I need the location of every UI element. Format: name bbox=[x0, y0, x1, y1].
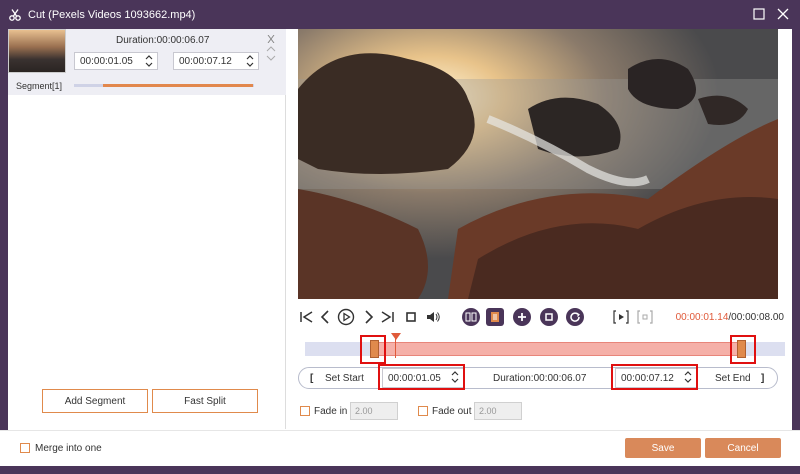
fade-in-value: 2.00 bbox=[355, 406, 373, 416]
highlight-start-field bbox=[378, 364, 465, 390]
move-up-icon[interactable] bbox=[266, 45, 276, 53]
save-button[interactable]: Save bbox=[625, 438, 701, 458]
current-time: 00:00:01.14 bbox=[675, 312, 729, 323]
fast-split-button[interactable]: Fast Split bbox=[152, 389, 258, 413]
skip-end-icon[interactable] bbox=[378, 308, 396, 326]
segment-end-value: 00:00:07.12 bbox=[179, 55, 232, 67]
play-segment-icon[interactable] bbox=[612, 308, 630, 326]
video-frame-image bbox=[298, 29, 778, 299]
fade-in-checkbox[interactable] bbox=[300, 406, 310, 416]
add-icon[interactable] bbox=[513, 308, 531, 326]
timeline-selection[interactable] bbox=[374, 342, 744, 356]
range-bar: [ Set Start 00:00:01.05 Duration:00:00:0… bbox=[298, 367, 778, 389]
total-time: /00:00:08.00 bbox=[728, 312, 784, 323]
next-frame-icon[interactable] bbox=[360, 308, 378, 326]
highlight-start-handle bbox=[360, 335, 386, 364]
segment-start-value: 00:00:01.05 bbox=[80, 55, 133, 67]
segment-label: Segment[1] bbox=[16, 81, 63, 91]
fade-out-label: Fade out bbox=[432, 406, 472, 417]
set-end-button[interactable]: Set End bbox=[715, 373, 751, 384]
time-readout: 00:00:01.14/00:00:08.00 bbox=[676, 312, 784, 323]
segment-card[interactable]: Duration:00:00:06.07 00:00:01.05 00:00:0… bbox=[8, 29, 286, 95]
segment-range-bar bbox=[103, 84, 253, 87]
close-icon[interactable] bbox=[776, 7, 790, 21]
stepper-arrows-icon[interactable] bbox=[245, 54, 255, 68]
scissors-icon bbox=[9, 8, 21, 21]
merge-label: Merge into one bbox=[35, 443, 102, 454]
fade-in-label: Fade in bbox=[314, 406, 348, 417]
segment-thumbnail bbox=[8, 29, 66, 73]
playback-toolbar: 00:00:01.14/00:00:08.00 bbox=[298, 306, 792, 330]
segment-list-panel: Duration:00:00:06.07 00:00:01.05 00:00:0… bbox=[8, 29, 286, 429]
set-start-button[interactable]: Set Start bbox=[325, 373, 364, 384]
cancel-button[interactable]: Cancel bbox=[705, 438, 781, 458]
video-preview bbox=[298, 29, 778, 299]
set-end-bracket: ] bbox=[761, 373, 765, 384]
skip-start-icon[interactable] bbox=[298, 308, 316, 326]
window-frame-left bbox=[0, 29, 8, 466]
fade-out-input[interactable]: 2.00 bbox=[474, 402, 522, 420]
segment-marker-icon[interactable] bbox=[636, 308, 654, 326]
highlight-end-field bbox=[611, 364, 698, 390]
fade-out-checkbox[interactable] bbox=[418, 406, 428, 416]
playhead-marker[interactable] bbox=[391, 333, 401, 340]
copy-icon[interactable] bbox=[486, 308, 504, 326]
stop-icon[interactable] bbox=[402, 308, 420, 326]
fade-in-input[interactable]: 2.00 bbox=[350, 402, 398, 420]
fade-out-value: 2.00 bbox=[479, 406, 497, 416]
segment-start-field[interactable]: 00:00:01.05 bbox=[74, 52, 158, 70]
move-down-icon[interactable] bbox=[266, 54, 276, 62]
add-segment-button[interactable]: Add Segment bbox=[42, 389, 148, 413]
title-bar: Cut (Pexels Videos 1093662.mp4) bbox=[0, 0, 800, 29]
stepper-arrows-icon[interactable] bbox=[144, 54, 154, 68]
prev-frame-icon[interactable] bbox=[316, 308, 334, 326]
delete-segment-icon[interactable] bbox=[266, 35, 276, 43]
split-icon[interactable] bbox=[462, 308, 480, 326]
maximize-icon[interactable] bbox=[752, 7, 766, 21]
set-start-bracket: [ bbox=[310, 373, 314, 384]
window-frame-right bbox=[792, 29, 800, 466]
segment-duration: Duration:00:00:06.07 bbox=[116, 35, 210, 46]
segment-end-field[interactable]: 00:00:07.12 bbox=[173, 52, 259, 70]
volume-icon[interactable] bbox=[424, 308, 442, 326]
merge-checkbox[interactable] bbox=[20, 443, 30, 453]
duplicate-icon[interactable] bbox=[540, 308, 558, 326]
reset-icon[interactable] bbox=[566, 308, 584, 326]
footer: Merge into one Save Cancel bbox=[0, 430, 800, 466]
range-duration: Duration:00:00:06.07 bbox=[493, 373, 587, 384]
highlight-end-handle bbox=[730, 335, 756, 364]
play-icon[interactable] bbox=[337, 308, 355, 326]
window-frame-bottom bbox=[0, 466, 800, 474]
window-title: Cut (Pexels Videos 1093662.mp4) bbox=[28, 8, 196, 21]
